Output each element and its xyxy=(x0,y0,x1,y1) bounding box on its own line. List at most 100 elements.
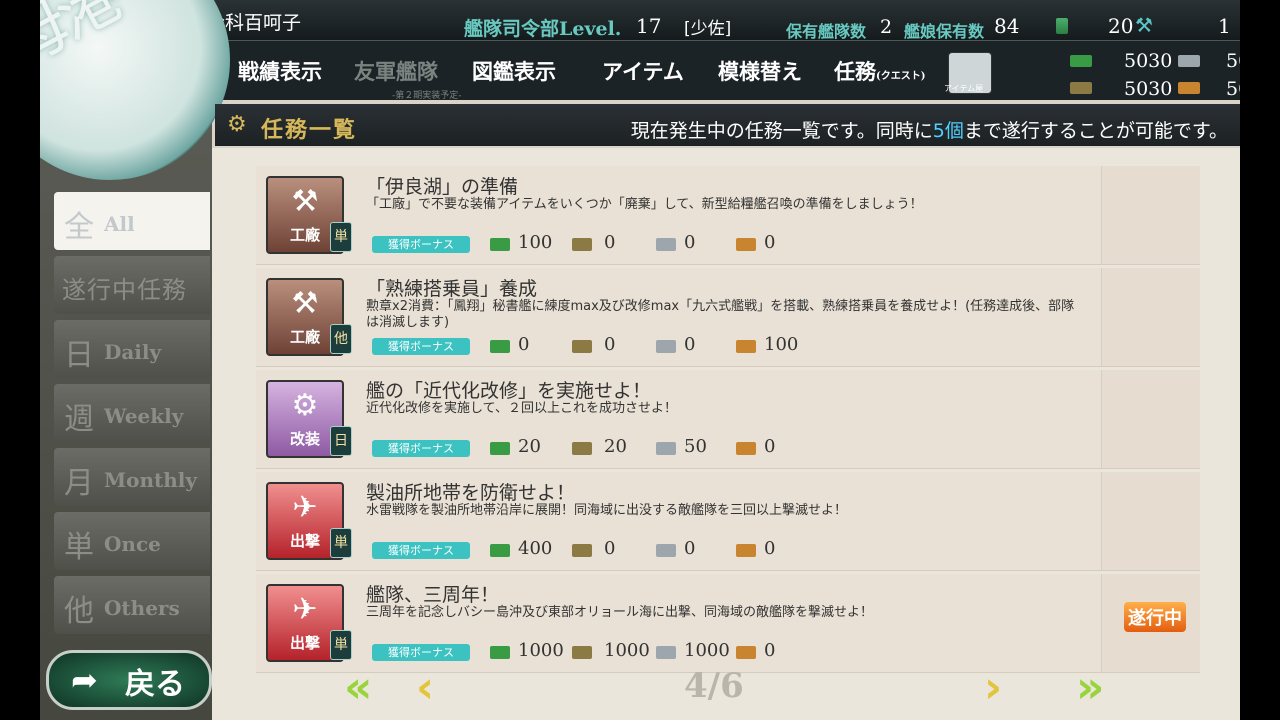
quest-status-cell: 遂行中 xyxy=(1101,574,1200,672)
quest-title: 艦隊、三周年！ xyxy=(366,584,500,606)
reward-ammo: 0 xyxy=(604,334,616,355)
quest-row[interactable]: ⚒ 工廠 単 「伊良湖」の準備 「工廠」で不要な装備アイテムをいくつか「廃棄」し… xyxy=(256,166,1200,265)
ammo-icon xyxy=(572,238,592,251)
quest-status-cell xyxy=(1101,166,1200,264)
quest-title: 製油所地帯を防衛せよ！ xyxy=(366,482,576,504)
fuel-icon xyxy=(490,544,510,557)
emblem-logo: 母港 xyxy=(40,0,130,82)
quest-row[interactable]: ⚙ 改装 日 艦の「近代化改修」を実施せよ！ 近代化改修を実施して、２回以上これ… xyxy=(256,370,1200,469)
quest-type-badge: 単 xyxy=(330,222,352,252)
plane-icon: ✈ xyxy=(292,490,318,525)
prev-page-icon[interactable]: ‹ xyxy=(416,662,434,713)
bauxite-icon xyxy=(736,442,756,455)
quest-title: 「伊良湖」の準備 xyxy=(366,176,519,198)
ammo-icon xyxy=(572,340,592,353)
hq-level-value: 17 xyxy=(636,14,662,38)
ammo-icon xyxy=(572,442,592,455)
steel-icon xyxy=(656,646,676,659)
tab-all[interactable]: 全 All xyxy=(54,192,210,250)
reward-ammo: 0 xyxy=(604,538,616,559)
hammer-icon: ⚒ xyxy=(291,286,319,321)
quest-row[interactable]: ⚒ 工廠 他 「熟練搭乗員」養成 勲章x2消費：「鳳翔」秘書艦に練度max及び改… xyxy=(256,268,1200,367)
screw-icon: ⚒ xyxy=(1135,13,1153,37)
in-progress-badge: 遂行中 xyxy=(1124,602,1186,632)
tab-monthly[interactable]: 月 Monthly xyxy=(54,448,210,506)
fuel-icon xyxy=(490,442,510,455)
quest-row[interactable]: ✈ 出撃 単 艦隊、三周年！ 三周年を記念しバシー島沖及び東部オリョール海に出撃… xyxy=(256,574,1200,673)
repair-bucket-value: 20 xyxy=(1108,14,1134,38)
fleet-count-label: 保有艦隊数 xyxy=(786,22,867,41)
tab-weekly[interactable]: 週 Weekly xyxy=(54,384,210,442)
nav-encyclopedia[interactable]: 図鑑表示 xyxy=(472,56,556,86)
ammo-icon xyxy=(572,544,592,557)
quest-type-badge: 他 xyxy=(330,324,352,354)
ammo-icon xyxy=(572,646,592,659)
page-indicator: 4/6 xyxy=(684,666,744,706)
tab-others-label: Others xyxy=(104,596,180,620)
tab-in-progress-label: 遂行中任務 xyxy=(62,276,187,304)
bonus-label: 獲得ボーナス xyxy=(372,644,470,661)
page-title: 任務一覧 xyxy=(261,117,358,143)
quest-note: 現在発生中の任務一覧です。同時に5個まで遂行することが可能です。 xyxy=(631,116,1228,143)
reward-fuel: 0 xyxy=(518,334,530,355)
tab-others[interactable]: 他 Others xyxy=(54,576,210,634)
reward-ammo: 20 xyxy=(604,436,627,457)
tab-daily-label: Daily xyxy=(104,340,162,364)
quest-type-badge: 単 xyxy=(330,528,352,558)
first-page-icon[interactable]: « xyxy=(344,662,372,713)
fuel-value: 5030 xyxy=(1124,50,1173,72)
quest-note-b: まで遂行することが可能です。 xyxy=(963,120,1228,142)
bauxite-icon xyxy=(736,340,756,353)
nav-quest-label: 任務 xyxy=(834,59,876,84)
quest-note-a: 現在発生中の任務一覧です。同時に xyxy=(630,120,933,142)
tab-weekly-label: Weekly xyxy=(104,404,184,428)
back-label: 戻る xyxy=(125,667,185,702)
header: 玲科百呵子 艦隊司令部Level. 17 [少佐] 保有艦隊数 2 艦娘保有数 … xyxy=(200,0,1240,101)
next-page-icon[interactable]: › xyxy=(984,662,1002,713)
tab-monthly-label: Monthly xyxy=(104,468,198,492)
quest-description: 「工廠」で不要な装備アイテムをいくつか「廃棄」して、新型給糧艦召喚の準備をしまし… xyxy=(366,197,923,212)
last-page-icon[interactable]: » xyxy=(1076,662,1104,713)
tab-in-progress[interactable]: 遂行中任務 xyxy=(54,256,210,314)
quest-note-limit: 5個 xyxy=(932,120,964,142)
quest-status-cell xyxy=(1101,268,1200,366)
nav-quest[interactable]: 任務(クエスト) xyxy=(834,56,925,86)
nav-record[interactable]: 戦績表示 xyxy=(238,56,322,86)
steel-icon xyxy=(656,340,676,353)
back-button[interactable]: ➦ 戻る xyxy=(46,650,212,710)
tab-weekly-kanji: 週 xyxy=(64,402,94,437)
bonus-label: 獲得ボーナス xyxy=(372,440,470,457)
quest-status-cell xyxy=(1101,370,1200,468)
steel-icon xyxy=(656,238,676,251)
screw-value: 1 xyxy=(1218,14,1231,38)
reward-ammo: 1000 xyxy=(604,640,650,661)
nav-item[interactable]: アイテム xyxy=(602,56,684,86)
fuel-icon xyxy=(490,340,510,353)
bonus-label: 獲得ボーナス xyxy=(372,542,470,559)
tab-all-label: All xyxy=(104,212,135,236)
shipgirl-count-label: 艦娘保有数 xyxy=(904,22,985,41)
repair-bucket-icon xyxy=(1056,18,1068,34)
quest-description: 三周年を記念しバシー島沖及び東部オリョール海に出撃、同海域の敵艦隊を撃滅せよ！ xyxy=(366,605,874,620)
tab-others-kanji: 他 xyxy=(64,594,94,629)
steel-icon xyxy=(1178,55,1200,67)
quest-type-badge: 単 xyxy=(330,630,352,660)
reward-ammo: 0 xyxy=(604,232,616,253)
quest-row[interactable]: ✈ 出撃 単 製油所地帯を防衛せよ！ 水雷戦隊を製油所地帯沿岸に展開！同海域に出… xyxy=(256,472,1200,571)
tab-once[interactable]: 単 Once xyxy=(54,512,210,570)
bauxite-icon xyxy=(1178,82,1200,94)
reward-fuel: 1000 xyxy=(518,640,564,661)
quest-description: 近代化改修を実施して、２回以上これを成功させよ！ xyxy=(366,401,677,416)
quest-title: 艦の「近代化改修」を実施せよ！ xyxy=(366,380,652,402)
ammo-icon xyxy=(1070,82,1092,94)
ammo-value: 5030 xyxy=(1124,78,1173,100)
reward-bauxite: 0 xyxy=(764,640,776,661)
quest-type-badge: 日 xyxy=(330,426,352,456)
reward-bauxite: 0 xyxy=(764,538,776,559)
bonus-label: 獲得ボーナス xyxy=(372,338,470,355)
nav-friend-fleet: 友軍艦隊 xyxy=(354,59,438,84)
tab-daily[interactable]: 日 Daily xyxy=(54,320,210,378)
nav-furniture[interactable]: 模様替え xyxy=(718,56,802,86)
reward-steel: 0 xyxy=(684,538,696,559)
reward-fuel: 20 xyxy=(518,436,541,457)
